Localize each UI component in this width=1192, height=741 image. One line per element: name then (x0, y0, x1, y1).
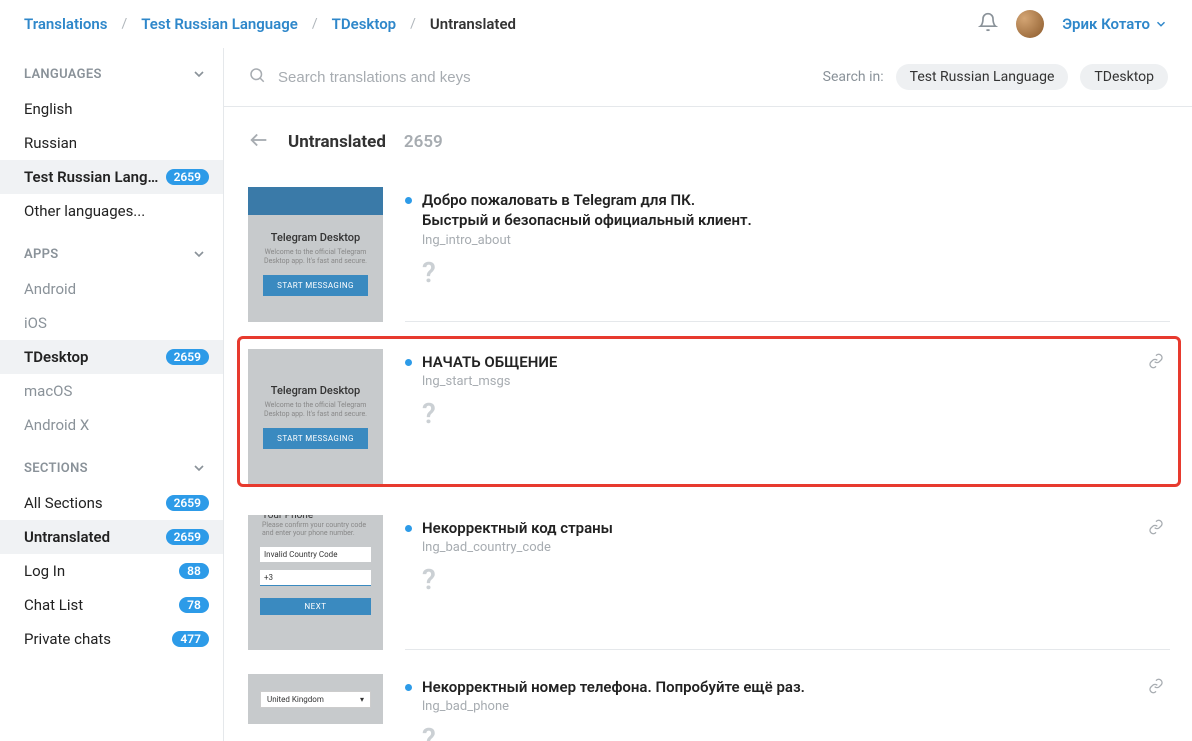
breadcrumb-root[interactable]: Translations (24, 15, 107, 33)
preview-thumbnail[interactable]: Your PhonePlease confirm your country co… (248, 515, 383, 650)
sidebar-item-app[interactable]: TDesktop 2659 (0, 340, 223, 374)
page-title: Untranslated (288, 132, 386, 152)
search-bar: Search in: Test Russian Language TDeskto… (224, 48, 1192, 107)
count-badge: 2659 (166, 529, 209, 545)
translation-item[interactable]: Your PhonePlease confirm your country co… (248, 505, 1170, 650)
sidebar-item-section[interactable]: Chat List 78 (0, 588, 223, 622)
sidebar-item-label: Log In (24, 562, 65, 580)
sidebar-item-label: macOS (24, 382, 72, 400)
sidebar-item-app[interactable]: Android (0, 272, 223, 306)
sidebar-item-app[interactable]: iOS (0, 306, 223, 340)
sidebar-item-label: Test Russian Langua... (24, 168, 164, 186)
count-badge: 2659 (166, 495, 209, 511)
permalink-icon[interactable] (1148, 353, 1164, 373)
missing-translation-icon: ? (422, 722, 1170, 741)
item-key: lng_intro_about (422, 233, 1170, 248)
sidebar-item-label: English (24, 100, 73, 118)
sidebar-item-label: Private chats (24, 630, 111, 648)
item-title: Некорректный номер телефона. Попробуйте … (422, 677, 805, 697)
search-pill-lang[interactable]: Test Russian Language (896, 64, 1069, 90)
sidebar-item-label: iOS (24, 314, 47, 332)
translation-item[interactable]: Telegram DesktopWelcome to the official … (248, 177, 1170, 322)
search-pill-app[interactable]: TDesktop (1080, 64, 1168, 90)
status-dot (405, 525, 412, 532)
preview-thumbnail[interactable]: Telegram DesktopWelcome to the official … (248, 349, 383, 484)
search-icon (248, 66, 266, 88)
missing-translation-icon: ? (422, 563, 1170, 596)
search-in-label: Search in: (823, 69, 884, 85)
sidebar-item-label: Chat List (24, 596, 83, 614)
count-badge: 88 (179, 563, 209, 579)
avatar[interactable] (1016, 10, 1044, 38)
count-badge: 477 (172, 631, 209, 647)
status-dot (405, 197, 412, 204)
permalink-icon[interactable] (1148, 678, 1164, 698)
chevron-down-icon (191, 246, 207, 262)
sidebar-item-app[interactable]: Android X (0, 408, 223, 442)
breadcrumb-app[interactable]: TDesktop (332, 15, 396, 33)
sidebar-item-language[interactable]: English (0, 92, 223, 126)
item-title: Некорректный код страны (422, 518, 613, 538)
translation-item[interactable]: Telegram DesktopWelcome to the official … (237, 336, 1181, 487)
item-key: lng_bad_country_code (422, 540, 1170, 555)
breadcrumb: Translations / Test Russian Language / T… (24, 15, 978, 33)
item-title: НАЧАТЬ ОБЩЕНИЕ (422, 352, 557, 372)
sidebar-item-label: Untranslated (24, 528, 110, 546)
chevron-down-icon (1154, 17, 1168, 31)
status-dot (405, 359, 412, 366)
sidebar-item-label: TDesktop (24, 348, 88, 366)
sections-header[interactable]: SECTIONS (0, 442, 223, 486)
translation-item[interactable]: United Kingdom▾ Некорректный номер телефо… (248, 664, 1170, 741)
missing-translation-icon: ? (422, 397, 1170, 430)
breadcrumb-lang[interactable]: Test Russian Language (141, 15, 298, 33)
count-badge: 2659 (166, 349, 209, 365)
sidebar-item-label: Other languages... (24, 202, 145, 220)
sidebar-item-section[interactable]: Log In 88 (0, 554, 223, 588)
sidebar-item-section[interactable]: All Sections 2659 (0, 486, 223, 520)
preview-thumbnail[interactable]: United Kingdom▾ (248, 674, 383, 724)
status-dot (405, 684, 412, 691)
chevron-down-icon (191, 460, 207, 476)
search-input[interactable] (278, 69, 811, 86)
preview-thumbnail[interactable]: Telegram DesktopWelcome to the official … (248, 187, 383, 322)
sidebar-item-language[interactable]: Russian (0, 126, 223, 160)
languages-header[interactable]: LANGUAGES (0, 48, 223, 92)
missing-translation-icon: ? (422, 256, 1170, 289)
chevron-down-icon (191, 66, 207, 82)
item-key: lng_bad_phone (422, 699, 1170, 714)
sidebar-item-label: Android X (24, 416, 89, 434)
apps-header[interactable]: APPS (0, 228, 223, 272)
sidebar-item-label: All Sections (24, 494, 103, 512)
item-key: lng_start_msgs (422, 374, 1170, 389)
sidebar-item-label: Android (24, 280, 76, 298)
user-menu[interactable]: Эрик Котато (1062, 15, 1168, 33)
page-count: 2659 (404, 132, 443, 152)
sidebar-item-label: Russian (24, 134, 77, 152)
count-badge: 78 (179, 597, 209, 613)
sidebar-item-section[interactable]: Private chats 477 (0, 622, 223, 656)
item-title: Добро пожаловать в Telegram для ПК.Быстр… (422, 190, 752, 231)
sidebar-item-section[interactable]: Untranslated 2659 (0, 520, 223, 554)
sidebar-item-language[interactable]: Other languages... (0, 194, 223, 228)
notifications-icon[interactable] (978, 12, 998, 36)
sidebar: LANGUAGES English Russian Test Russian Lan… (0, 48, 224, 741)
back-arrow-icon[interactable] (248, 129, 270, 155)
permalink-icon[interactable] (1148, 519, 1164, 539)
breadcrumb-current: Untranslated (430, 15, 516, 33)
sidebar-item-language[interactable]: Test Russian Langua...2659 (0, 160, 223, 194)
count-badge: 2659 (166, 169, 209, 185)
sidebar-item-app[interactable]: macOS (0, 374, 223, 408)
